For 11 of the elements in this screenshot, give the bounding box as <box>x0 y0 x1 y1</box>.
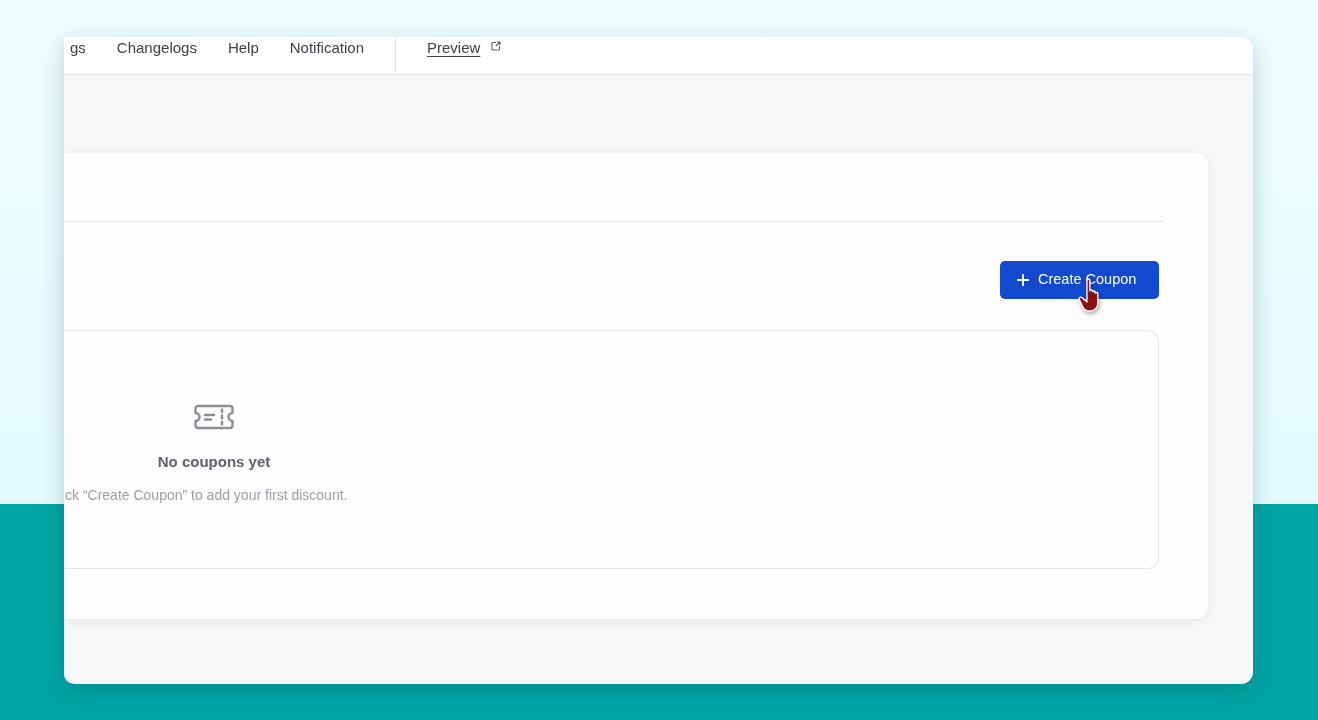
preview-link[interactable]: Preview <box>426 39 481 57</box>
nav-link[interactable]: Help <box>227 39 259 57</box>
ticket-icon <box>194 402 234 432</box>
nav-link[interactable]: gs <box>70 39 86 57</box>
plus-icon <box>1017 274 1029 286</box>
empty-state-message: ck “Create Coupon” to add your first discount. <box>65 486 348 505</box>
nav-link[interactable]: Notification <box>289 39 364 57</box>
empty-state-title: No coupons yet <box>157 452 271 472</box>
nav-link[interactable]: Changelogs <box>116 39 197 57</box>
create-coupon-button[interactable]: Create Coupon <box>1000 261 1159 299</box>
external-link-icon <box>491 41 502 51</box>
